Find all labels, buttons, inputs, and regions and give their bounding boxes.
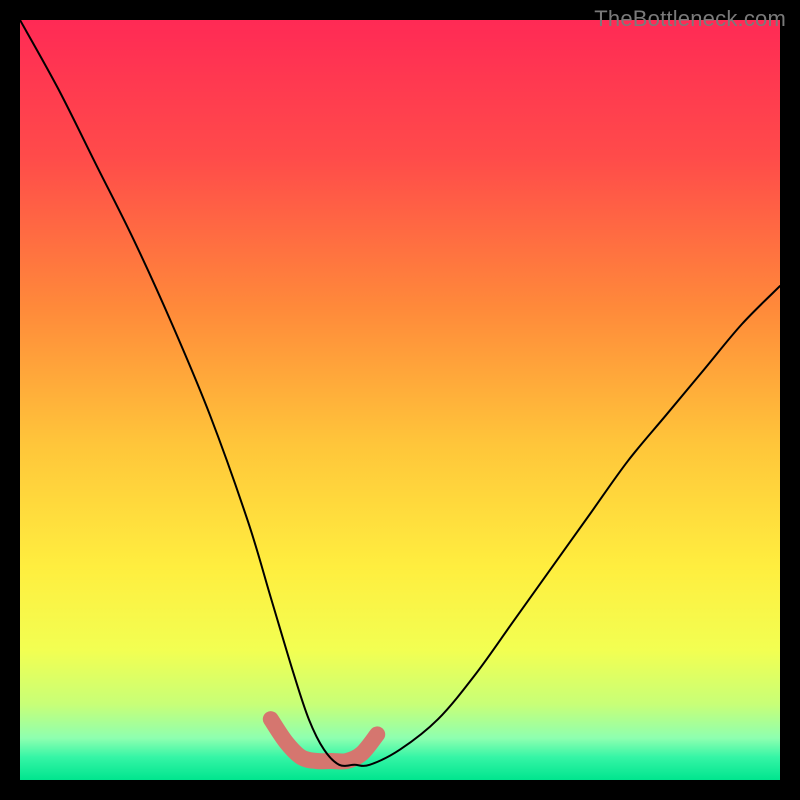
chart-svg bbox=[20, 20, 780, 780]
plot-area bbox=[20, 20, 780, 780]
gradient-background bbox=[20, 20, 780, 780]
chart-frame: TheBottleneck.com bbox=[0, 0, 800, 800]
watermark-text: TheBottleneck.com bbox=[594, 6, 786, 32]
